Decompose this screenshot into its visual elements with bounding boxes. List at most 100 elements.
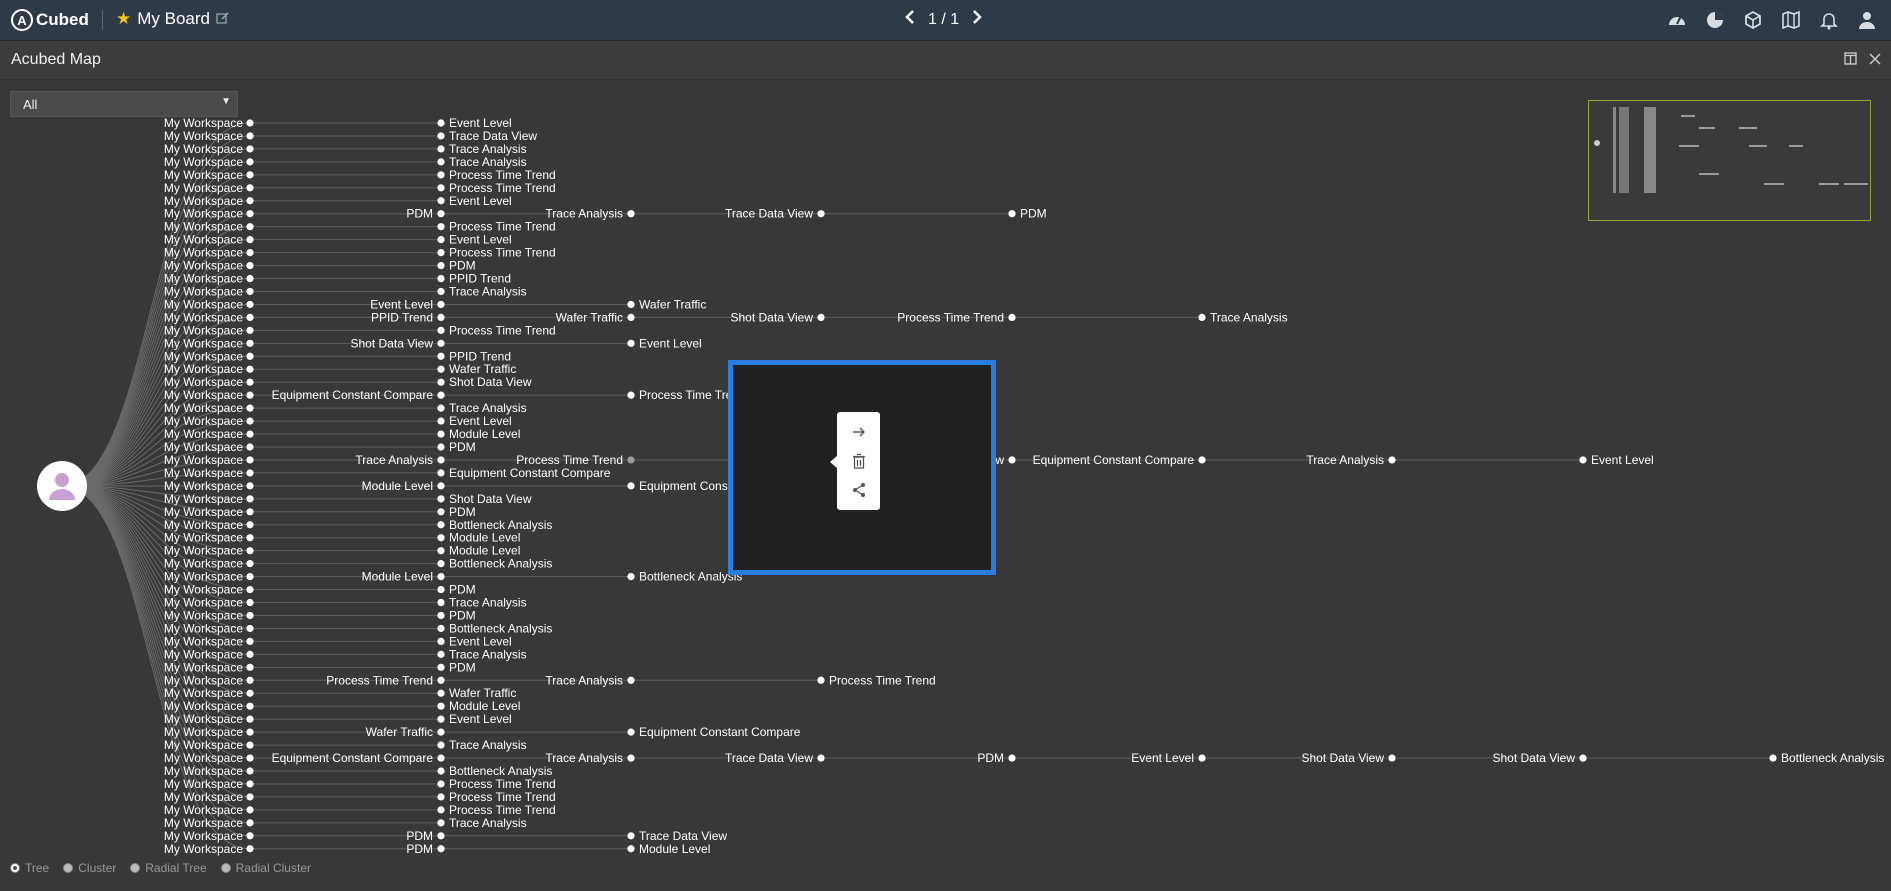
tree-node[interactable]	[437, 754, 445, 762]
tree-node[interactable]	[437, 845, 445, 853]
workspace-node[interactable]	[246, 495, 254, 503]
tree-node[interactable]	[437, 300, 445, 309]
tree-node[interactable]	[817, 210, 825, 218]
tree-node[interactable]	[817, 754, 825, 762]
tree-node[interactable]	[437, 793, 445, 801]
layout-option-radial-cluster[interactable]: Radial Cluster	[220, 861, 311, 875]
tree-node[interactable]	[437, 197, 445, 205]
tree-node[interactable]	[437, 508, 445, 516]
tree-node[interactable]	[437, 495, 445, 503]
tree-node[interactable]	[437, 249, 445, 257]
tree-node[interactable]	[437, 521, 445, 529]
workspace-node[interactable]	[246, 210, 254, 218]
tree-node[interactable]	[1008, 456, 1016, 464]
workspace-node[interactable]	[246, 456, 254, 464]
tree-node[interactable]	[627, 339, 635, 347]
workspace-node[interactable]	[246, 469, 254, 477]
tree-node[interactable]	[1008, 313, 1016, 321]
tree-node[interactable]	[437, 780, 445, 788]
tree-node[interactable]	[437, 534, 445, 542]
tree-node[interactable]	[437, 819, 445, 827]
tree-node[interactable]	[437, 443, 445, 451]
tree-node[interactable]	[627, 676, 635, 684]
workspace-node[interactable]	[246, 715, 254, 723]
tree-node[interactable]	[437, 417, 445, 425]
workspace-node[interactable]	[246, 534, 254, 542]
workspace-node[interactable]	[246, 339, 254, 347]
workspace-node[interactable]	[246, 300, 254, 309]
minimap[interactable]	[1588, 100, 1871, 221]
tree-node[interactable]	[437, 261, 445, 270]
tree-node[interactable]	[437, 663, 445, 671]
tree-node[interactable]	[437, 365, 445, 373]
tree-node[interactable]	[1198, 456, 1206, 464]
tree-node[interactable]	[1579, 456, 1587, 464]
tree-node[interactable]	[437, 715, 445, 723]
workspace-node[interactable]	[246, 482, 254, 490]
tree-node[interactable]	[437, 560, 445, 568]
workspace-node[interactable]	[246, 287, 254, 296]
tree-node[interactable]	[437, 702, 445, 710]
workspace-node[interactable]	[246, 728, 254, 736]
tree-node[interactable]	[437, 274, 445, 283]
tree-node[interactable]	[437, 210, 445, 218]
tree-node[interactable]	[437, 158, 445, 166]
workspace-node[interactable]	[246, 404, 254, 412]
workspace-node[interactable]	[246, 767, 254, 775]
tree-node[interactable]	[437, 585, 445, 594]
workspace-node[interactable]	[246, 780, 254, 788]
layout-option-tree[interactable]: Tree	[10, 861, 49, 875]
workspace-node[interactable]	[246, 819, 254, 827]
tree-node[interactable]	[817, 313, 825, 321]
tree-node[interactable]	[437, 352, 445, 360]
workspace-node[interactable]	[246, 378, 254, 386]
workspace-node[interactable]	[246, 223, 254, 231]
tree-node[interactable]	[1769, 754, 1777, 762]
workspace-node[interactable]	[246, 689, 254, 697]
tree-node[interactable]	[437, 832, 445, 840]
workspace-node[interactable]	[246, 274, 254, 283]
workspace-node[interactable]	[246, 793, 254, 801]
workspace-node[interactable]	[246, 806, 254, 814]
tree-node[interactable]	[1579, 754, 1587, 762]
workspace-node[interactable]	[246, 184, 254, 192]
tree-node[interactable]	[1008, 754, 1016, 762]
tree-node[interactable]	[437, 650, 445, 658]
tree-node[interactable]	[437, 326, 445, 334]
arrow-right-icon[interactable]	[849, 422, 869, 442]
workspace-node[interactable]	[246, 650, 254, 658]
tree-node[interactable]	[627, 300, 635, 309]
workspace-node[interactable]	[246, 249, 254, 257]
tree-node[interactable]	[437, 482, 445, 490]
workspace-node[interactable]	[246, 832, 254, 840]
workspace-node[interactable]	[246, 197, 254, 205]
tree-node[interactable]	[437, 728, 445, 736]
root-avatar[interactable]	[37, 461, 87, 511]
tree-node[interactable]	[437, 689, 445, 697]
workspace-node[interactable]	[246, 365, 254, 373]
tree-node[interactable]	[1388, 456, 1396, 464]
workspace-node[interactable]	[246, 145, 254, 153]
tree-node[interactable]	[437, 236, 445, 244]
workspace-node[interactable]	[246, 171, 254, 179]
workspace-node[interactable]	[246, 261, 254, 270]
tree-node[interactable]	[437, 456, 445, 464]
tree-node[interactable]	[627, 573, 635, 581]
tree-node[interactable]	[627, 728, 635, 736]
tree-node[interactable]	[437, 573, 445, 581]
tree-node[interactable]	[1008, 210, 1016, 218]
tree-node[interactable]	[437, 767, 445, 775]
tree-node[interactable]	[437, 132, 445, 140]
workspace-node[interactable]	[246, 236, 254, 244]
tree-node[interactable]	[1198, 754, 1206, 762]
workspace-node[interactable]	[246, 676, 254, 684]
workspace-node[interactable]	[246, 547, 254, 555]
tree-node[interactable]	[437, 287, 445, 296]
tree-node[interactable]	[437, 469, 445, 477]
workspace-node[interactable]	[246, 158, 254, 166]
workspace-node[interactable]	[246, 585, 254, 594]
tree-node[interactable]	[437, 430, 445, 438]
workspace-node[interactable]	[246, 417, 254, 425]
tree-node[interactable]	[627, 754, 635, 762]
workspace-node[interactable]	[246, 754, 254, 762]
